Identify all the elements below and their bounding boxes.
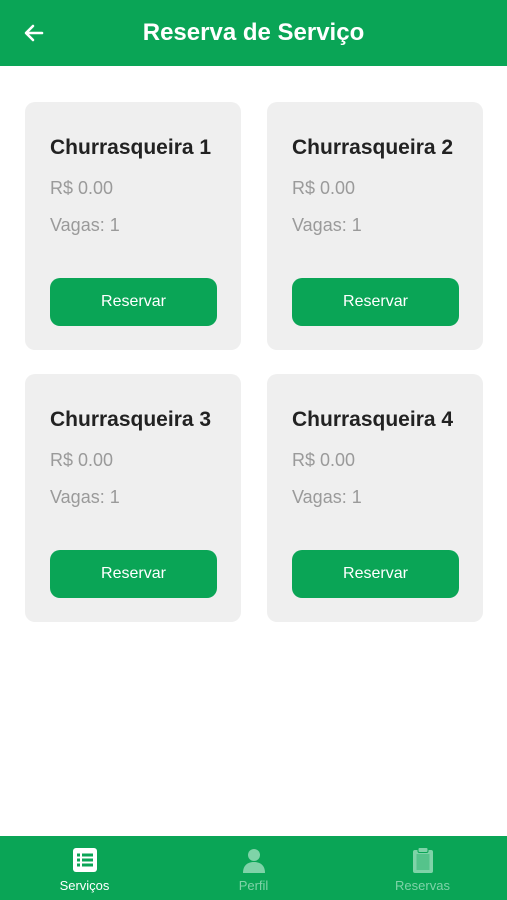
service-name: Churrasqueira 3: [50, 408, 212, 431]
nav-item-servicos[interactable]: Serviços: [0, 836, 169, 900]
page-title: Reserva de Serviço: [142, 19, 365, 46]
service-name: Churrasqueira 1: [50, 136, 212, 159]
bottom-nav: Serviços Perfil Reservas: [0, 836, 507, 900]
nav-label: Serviços: [59, 878, 110, 893]
clipboard-icon: [412, 847, 433, 873]
service-card: Churrasqueira 1 R$ 0.00 Vagas: 1 Reserva…: [25, 102, 241, 350]
reserve-button[interactable]: Reservar: [292, 278, 459, 326]
service-price: R$ 0.00: [292, 450, 356, 470]
service-name: Churrasqueira 4: [292, 408, 454, 431]
person-icon: [242, 849, 265, 873]
service-name: Churrasqueira 2: [292, 136, 454, 159]
service-vagas: Vagas: 1: [50, 215, 120, 235]
service-card: Churrasqueira 3 R$ 0.00 Vagas: 1 Reserva…: [25, 374, 241, 622]
service-vagas: Vagas: 1: [292, 487, 362, 507]
service-grid: Churrasqueira 1 R$ 0.00 Vagas: 1 Reserva…: [25, 102, 483, 622]
nav-label: Reservas: [395, 878, 450, 893]
nav-item-reservas[interactable]: Reservas: [338, 836, 507, 900]
service-card: Churrasqueira 2 R$ 0.00 Vagas: 1 Reserva…: [267, 102, 483, 350]
reserve-button[interactable]: Reservar: [50, 278, 217, 326]
reserve-button[interactable]: Reservar: [50, 550, 217, 598]
service-price: R$ 0.00: [50, 450, 114, 470]
nav-item-perfil[interactable]: Perfil: [169, 836, 338, 900]
app-bar: Reserva de Serviço: [0, 0, 507, 66]
service-price: R$ 0.00: [50, 178, 114, 198]
service-card: Churrasqueira 4 R$ 0.00 Vagas: 1 Reserva…: [267, 374, 483, 622]
nav-label: Perfil: [238, 878, 269, 893]
service-price: R$ 0.00: [292, 178, 356, 198]
reserve-button[interactable]: Reservar: [292, 550, 459, 598]
list-icon: [72, 848, 97, 872]
service-vagas: Vagas: 1: [292, 215, 362, 235]
service-vagas: Vagas: 1: [50, 487, 120, 507]
